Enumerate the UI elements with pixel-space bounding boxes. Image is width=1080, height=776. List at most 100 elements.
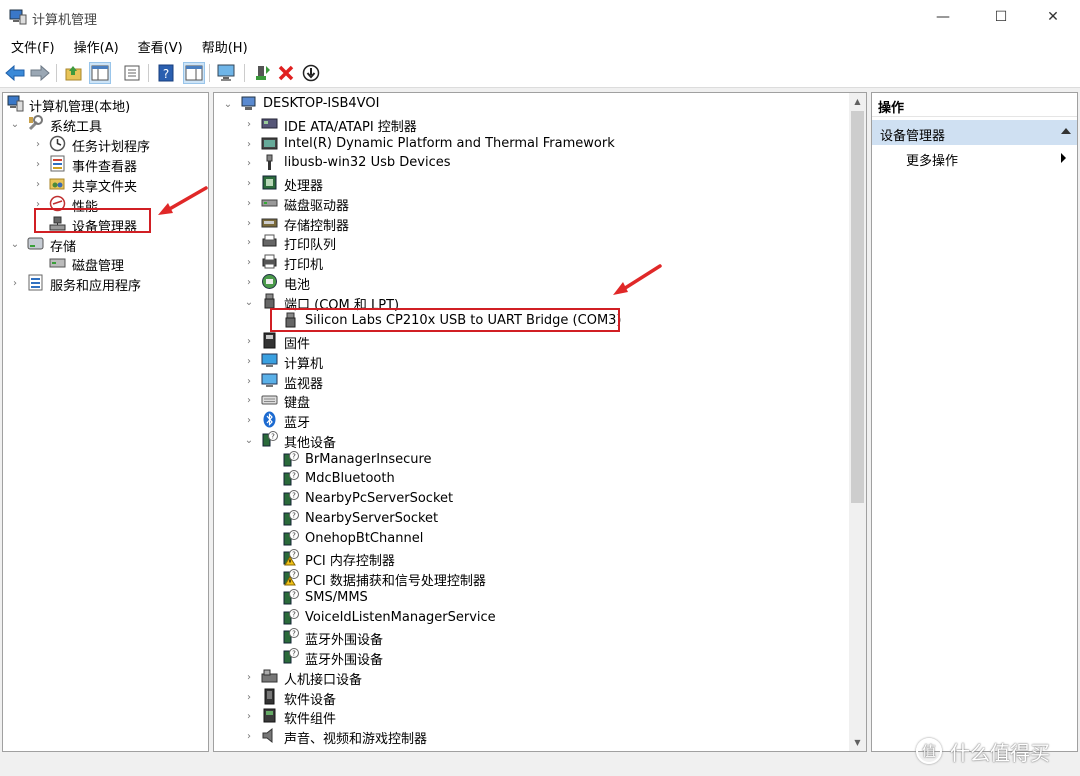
maximize-button[interactable]: ☐ <box>978 0 1024 34</box>
chevron-right-icon[interactable]: › <box>243 410 255 430</box>
device-item[interactable]: ? PCI 内存控制器 <box>214 548 844 569</box>
chevron-right-icon[interactable]: › <box>243 272 255 292</box>
device-category[interactable]: › Intel(R) Dynamic Platform and Thermal F… <box>214 134 844 154</box>
disable-device-button[interactable] <box>300 62 322 84</box>
scan-hardware-button[interactable] <box>216 62 238 84</box>
device-category[interactable]: › 蓝牙 <box>214 410 844 431</box>
chevron-right-icon[interactable]: › <box>243 371 255 391</box>
menu-help[interactable]: 帮助(H) <box>191 37 256 56</box>
chevron-right-icon[interactable]: › <box>32 134 44 154</box>
chevron-right-icon[interactable]: › <box>32 154 44 174</box>
tree-item-label: 任务计划程序 <box>72 140 151 155</box>
submenu-arrow-icon[interactable] <box>1061 153 1066 163</box>
chevron-right-icon[interactable]: › <box>243 134 255 154</box>
device-category[interactable]: › 计算机 <box>214 351 844 372</box>
tree-item-storage[interactable]: ⌄ 存储 <box>5 234 205 255</box>
tree-item-task-scheduler[interactable]: › 任务计划程序 <box>5 134 205 155</box>
device-category[interactable]: › IDE ATA/ATAPI 控制器 <box>214 114 844 135</box>
svg-text:?: ? <box>292 630 296 638</box>
device-item[interactable]: ? BrManagerInsecure <box>214 450 844 470</box>
menu-file[interactable]: 文件(F) <box>0 37 63 56</box>
device-category[interactable]: › 打印队列 <box>214 232 844 253</box>
device-category[interactable]: › 固件 <box>214 331 844 352</box>
chevron-right-icon[interactable]: › <box>243 687 255 707</box>
device-item[interactable]: ? MdcBluetooth <box>214 469 844 489</box>
device-category[interactable]: › 存储控制器 <box>214 213 844 235</box>
scrollbar-thumb[interactable] <box>851 111 864 503</box>
device-category[interactable]: › 监视器 <box>214 371 844 392</box>
properties-button[interactable] <box>121 62 143 84</box>
help-button[interactable]: ? <box>155 62 177 84</box>
device-item[interactable]: ? 蓝牙外围设备 <box>214 647 844 668</box>
vertical-scrollbar[interactable]: ▲ ▼ <box>849 93 866 751</box>
chevron-right-icon[interactable]: › <box>243 232 255 252</box>
chevron-right-icon[interactable]: › <box>243 706 255 726</box>
up-folder-button[interactable] <box>63 62 85 84</box>
chevron-right-icon[interactable]: › <box>243 351 255 371</box>
device-category[interactable]: › 磁盘驱动器 <box>214 193 844 215</box>
device-item[interactable]: ? SMS/MMS <box>214 588 844 608</box>
actions-pane: 操作 设备管理器 更多操作 <box>871 92 1078 752</box>
chevron-down-icon[interactable]: ⌄ <box>243 292 255 312</box>
device-item[interactable]: ? NearbyServerSocket <box>214 509 844 529</box>
show-tree-button[interactable] <box>89 62 111 84</box>
device-category-other[interactable]: ⌄? 其他设备 <box>214 430 844 451</box>
storage-controller-icon <box>261 218 278 228</box>
svg-text:?: ? <box>292 571 296 579</box>
menu-view[interactable]: 查看(V) <box>127 37 191 56</box>
device-item[interactable]: ? 蓝牙外围设备 <box>214 627 844 648</box>
forward-button[interactable] <box>29 62 51 84</box>
device-category[interactable]: › 键盘 <box>214 390 844 412</box>
device-category[interactable]: › 处理器 <box>214 173 844 194</box>
chevron-right-icon[interactable]: › <box>243 153 255 173</box>
collapse-icon[interactable] <box>1061 128 1071 134</box>
chevron-right-icon[interactable]: › <box>243 331 255 351</box>
tree-item-root[interactable]: 计算机管理(本地) <box>5 94 205 115</box>
svg-text:?: ? <box>292 551 296 559</box>
tree-item-event-viewer[interactable]: › 事件查看器 <box>5 154 205 175</box>
device-category[interactable]: › 声音、视频和游戏控制器 <box>214 726 844 747</box>
tree-item-services-apps[interactable]: › 服务和应用程序 <box>5 273 205 294</box>
uninstall-button[interactable] <box>275 62 297 84</box>
close-button[interactable]: ✕ <box>1030 0 1076 34</box>
chevron-right-icon[interactable]: › <box>243 193 255 213</box>
device-category[interactable]: › libusb-win32 Usb Devices <box>214 153 844 173</box>
chevron-right-icon[interactable]: › <box>243 667 255 687</box>
chevron-right-icon[interactable]: › <box>243 213 255 233</box>
more-actions-item[interactable]: 更多操作 <box>906 150 958 169</box>
device-item[interactable]: ? PCI 数据捕获和信号处理控制器 <box>214 568 844 589</box>
chevron-right-icon[interactable]: › <box>243 114 255 134</box>
chevron-down-icon[interactable]: ⌄ <box>243 430 255 450</box>
scroll-down-icon[interactable]: ▼ <box>849 734 866 751</box>
device-category[interactable]: › 人机接口设备 <box>214 667 844 688</box>
chevron-right-icon[interactable]: › <box>243 726 255 746</box>
scroll-up-icon[interactable]: ▲ <box>849 93 866 110</box>
device-label: PCI 数据捕获和信号处理控制器 <box>305 574 486 589</box>
chevron-right-icon[interactable]: › <box>243 173 255 193</box>
device-item[interactable]: ? NearbyPcServerSocket <box>214 489 844 509</box>
device-category[interactable]: › 打印机 <box>214 252 844 273</box>
actions-section-device-manager[interactable]: 设备管理器 <box>872 120 1077 145</box>
chevron-down-icon[interactable]: ⌄ <box>9 114 21 134</box>
chevron-down-icon[interactable]: ⌄ <box>9 234 21 254</box>
minimize-button[interactable]: — <box>920 0 966 34</box>
device-category[interactable]: › 电池 <box>214 272 844 293</box>
device-item[interactable]: ? VoiceIdListenManagerService <box>214 608 844 628</box>
tree-item-system-tools[interactable]: ⌄ 系统工具 <box>5 114 205 135</box>
device-item[interactable]: ? OnehopBtChannel <box>214 529 844 549</box>
menu-action[interactable]: 操作(A) <box>63 37 127 56</box>
device-label: 电池 <box>284 278 311 293</box>
device-category[interactable]: › 软件设备 <box>214 687 844 708</box>
update-driver-button[interactable] <box>251 62 273 84</box>
chevron-right-icon[interactable]: › <box>32 174 44 194</box>
device-tree-root[interactable]: ⌄ DESKTOP-ISB4VOI <box>214 94 844 114</box>
tree-item-disk-management[interactable]: 磁盘管理 <box>5 253 205 274</box>
chevron-down-icon[interactable]: ⌄ <box>222 94 234 114</box>
device-tree-pane[interactable]: ⌄ DESKTOP-ISB4VOI › IDE ATA/ATAPI 控制器 › Intel… <box>213 92 867 752</box>
view-button[interactable] <box>183 62 205 84</box>
chevron-right-icon[interactable]: › <box>243 390 255 410</box>
device-category[interactable]: › 软件组件 <box>214 706 844 727</box>
back-button[interactable] <box>4 62 26 84</box>
chevron-right-icon[interactable]: › <box>9 273 21 293</box>
chevron-right-icon[interactable]: › <box>243 252 255 272</box>
